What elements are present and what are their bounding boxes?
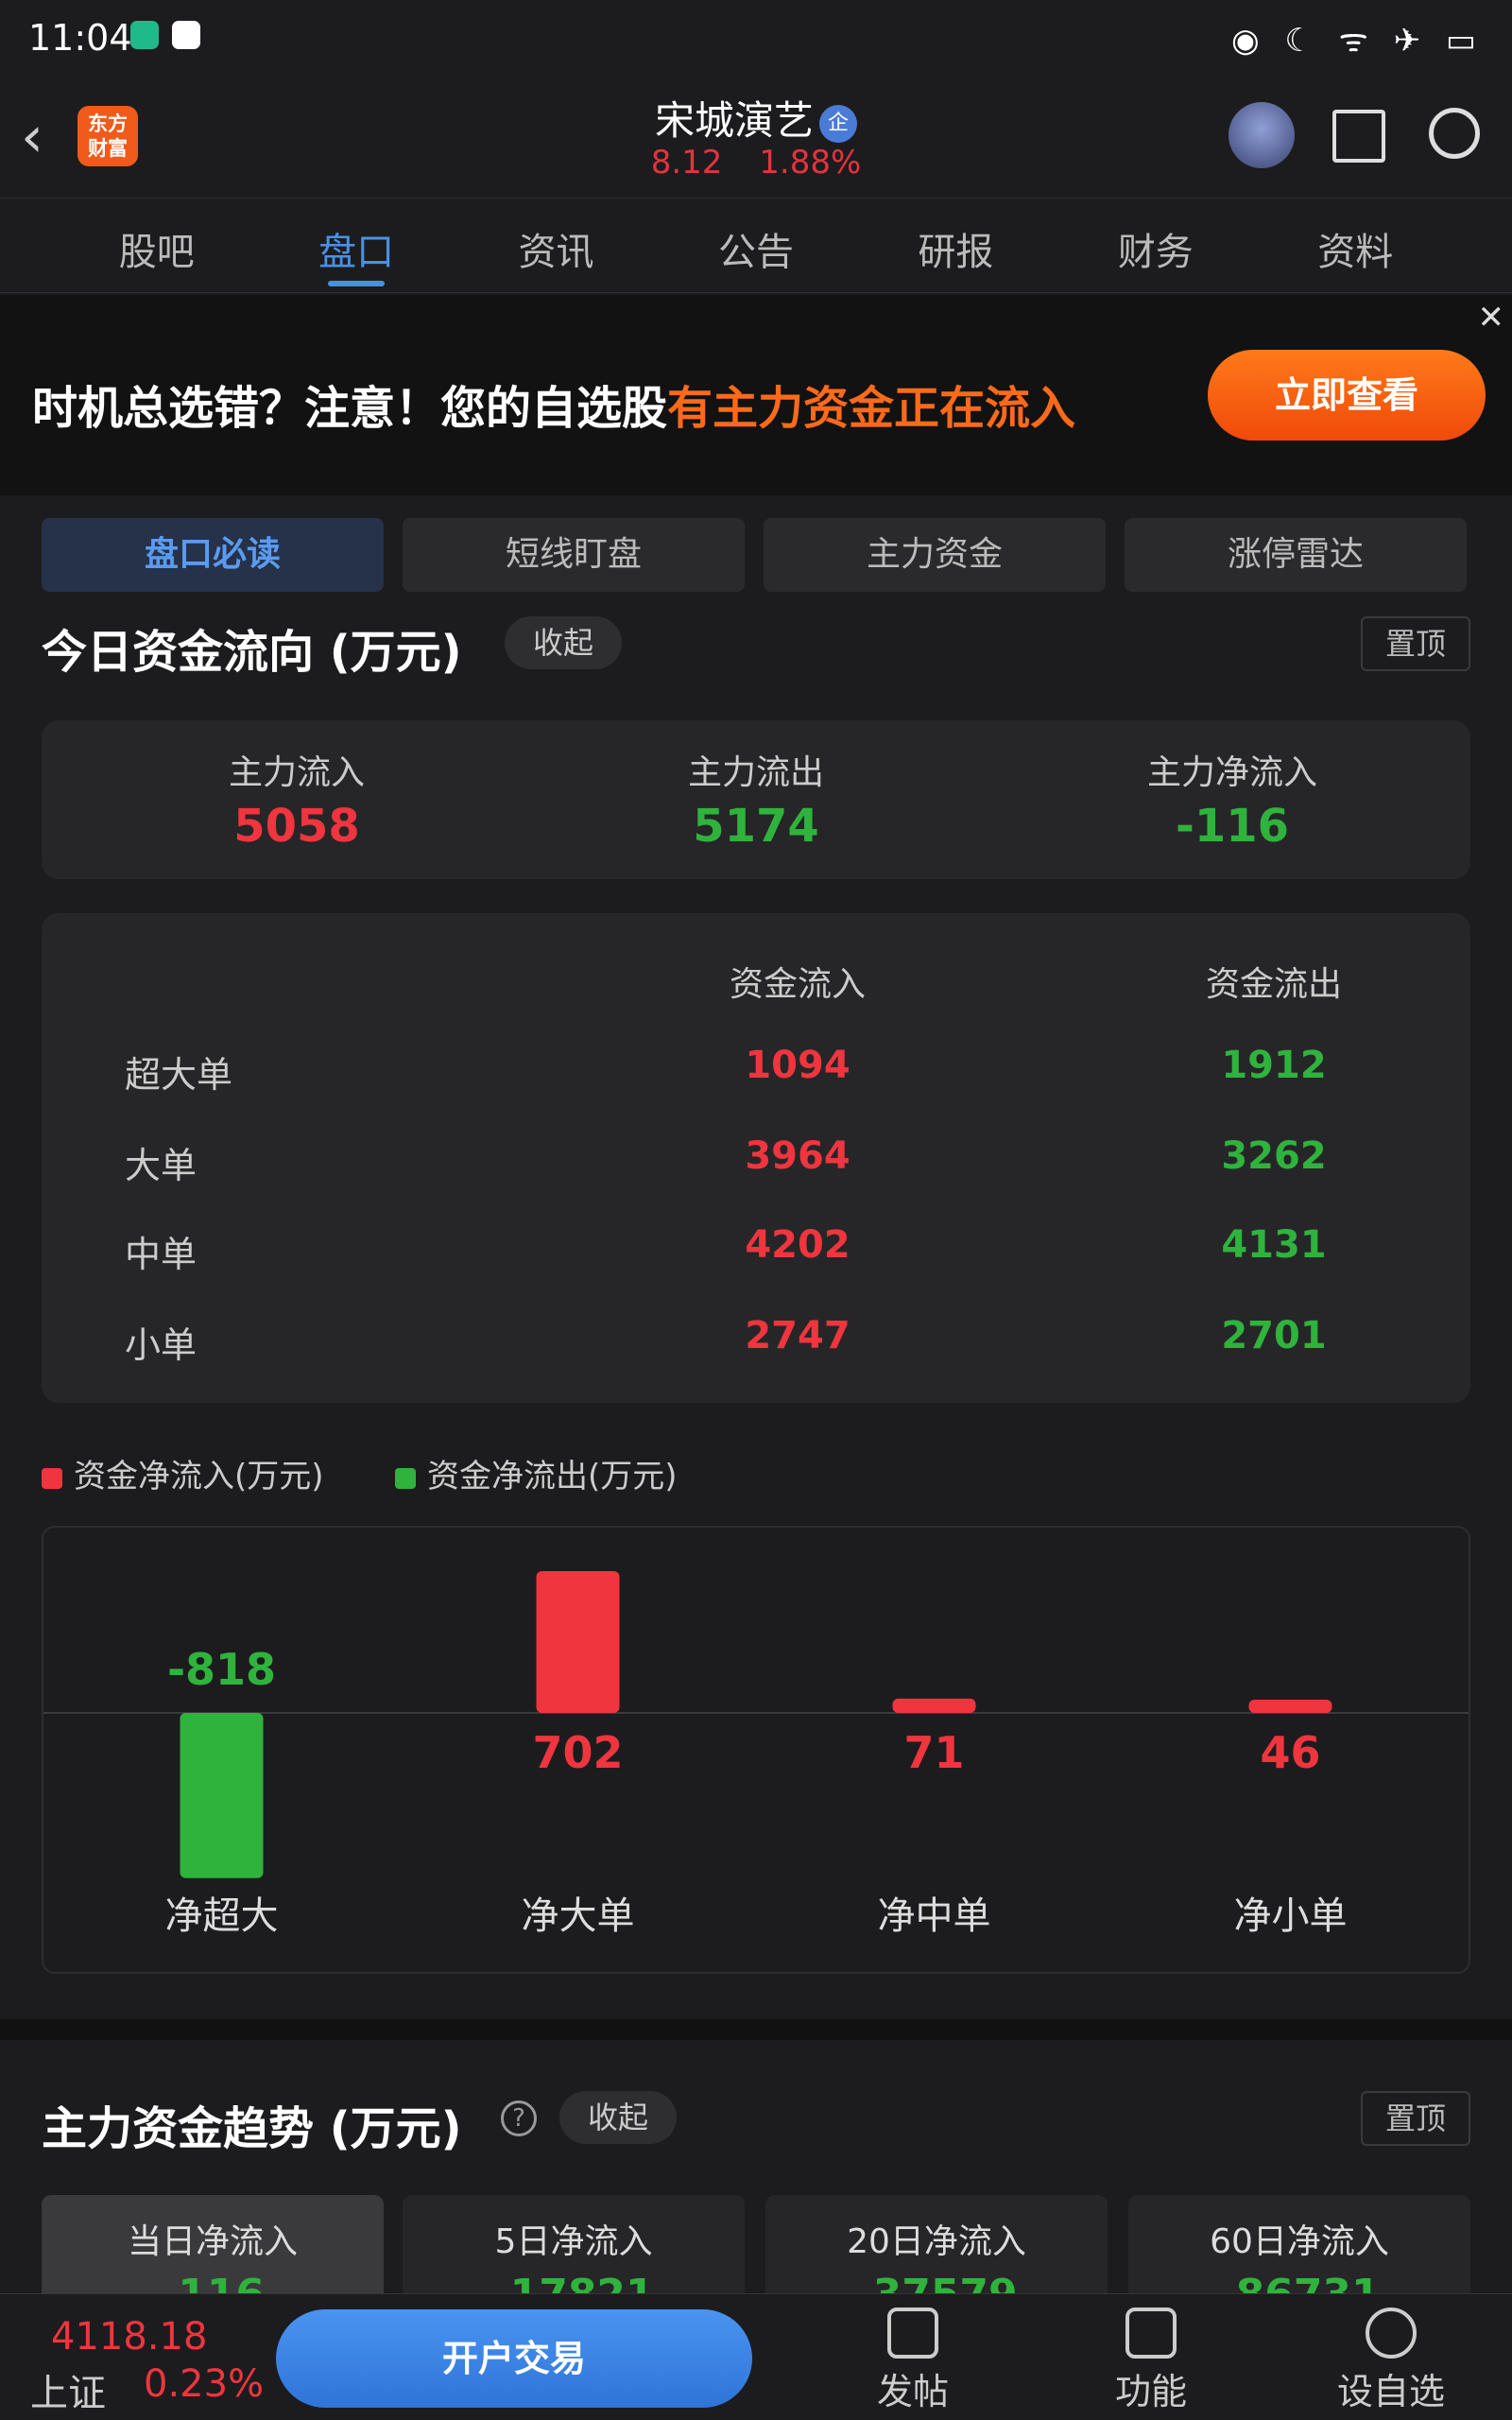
net-flow-bar-chart: -818 净超大 702 净大单 71 净中单 46 净小单 [43, 1571, 1469, 1938]
stock-price: 8.12 [650, 144, 723, 182]
main-inflow: 主力流入 5058 [228, 753, 365, 853]
chart-bar [1248, 1700, 1332, 1713]
table-row-label: 超大单 [125, 1054, 233, 1096]
index-change-pct[interactable]: 0.23% [144, 2362, 264, 2406]
main-outflow: 主力流出 5174 [687, 753, 824, 853]
table-cell-in: 1094 [745, 1044, 850, 1087]
subtab-limit-radar[interactable]: 涨停雷达 [1125, 518, 1467, 592]
net-flow-chart: -818 净超大 702 净大单 71 净中单 46 净小单 [42, 1526, 1470, 1974]
legend-net-inflow: 资金净流入(万元) [42, 1450, 324, 1496]
fund-flow-title: 今日资金流向 (万元) [42, 626, 462, 679]
tab-announcements[interactable]: 公告 [718, 199, 794, 292]
chart-bar [892, 1698, 976, 1713]
order-table-card: 资金流入 资金流出 超大单 1094 1912 大单 3964 3262 中单 … [42, 913, 1470, 1403]
trend-tab-today[interactable]: 当日净流入 -116 [42, 2195, 384, 2308]
index-value[interactable]: 4118.18 [51, 2315, 207, 2359]
status-icons: ◉ ☾ ᯤ ✈ ▭ [1230, 22, 1484, 60]
tab-finance[interactable]: 财务 [1118, 199, 1194, 292]
chart-category-label: 净小单 [1234, 1894, 1348, 1938]
stock-header: ‹ 东方 财富 宋城演艺企 8.12 1.88% [0, 76, 1512, 199]
table-row-label: 中单 [125, 1234, 198, 1275]
status-time: 11:04 [28, 17, 132, 59]
table-row-label: 小单 [125, 1324, 198, 1366]
enterprise-badge-icon: 企 [819, 104, 857, 143]
banner-text: 时机总选错？注意！您的自选股有主力资金正在流入 [32, 382, 1076, 435]
red-swatch-icon [42, 1467, 62, 1489]
trend-tab-5d[interactable]: 5日净流入 -17821 [403, 2195, 745, 2308]
trend-tab-20d[interactable]: 20日净流入 -37579 [765, 2195, 1108, 2308]
collapse-button[interactable]: 收起 [505, 616, 623, 669]
chart-bar [536, 1571, 620, 1713]
table-cell-out: 1912 [1221, 1044, 1327, 1087]
tab-profile[interactable]: 资料 [1317, 199, 1393, 292]
chart-value-label: 46 [1260, 1727, 1320, 1778]
more-icon [1366, 2308, 1417, 2359]
chart-value-label: -818 [167, 1644, 276, 1695]
table-header-inflow: 资金流入 [729, 965, 866, 1004]
index-name[interactable]: 上证 [30, 2362, 106, 2417]
trend-collapse-button[interactable]: 收起 [559, 2091, 678, 2144]
status-bar: 11:04 ◉ ☾ ᯤ ✈ ▭ [0, 0, 1512, 76]
tab-research[interactable]: 研报 [918, 199, 993, 292]
table-cell-out: 3262 [1221, 1134, 1327, 1178]
table-row-label: 大单 [125, 1145, 198, 1186]
shield-check-icon [130, 21, 159, 49]
legend-net-outflow: 资金净流出(万元) [395, 1450, 678, 1496]
add-watchlist-button[interactable]: 设自选 [1325, 2308, 1457, 2414]
chart-category-label: 净中单 [878, 1894, 991, 1938]
table-header-outflow: 资金流出 [1205, 965, 1342, 1004]
share-icon[interactable] [1332, 110, 1385, 163]
search-icon[interactable] [1429, 108, 1480, 159]
green-swatch-icon [395, 1467, 416, 1489]
pin-top-button[interactable]: 置顶 [1361, 616, 1470, 671]
table-cell-in: 3964 [745, 1134, 850, 1178]
trend-tab-60d[interactable]: 60日净流入 -86731 [1128, 2195, 1470, 2308]
help-icon[interactable]: ? [501, 2100, 537, 2136]
trend-pin-top-button[interactable]: 置顶 [1361, 2091, 1470, 2146]
view-now-button[interactable]: 立即查看 [1208, 350, 1486, 441]
grid-icon [1125, 2308, 1177, 2359]
edit-icon [887, 2308, 938, 2359]
tab-news[interactable]: 资讯 [519, 199, 594, 292]
chart-category-label: 净超大 [165, 1894, 279, 1938]
chart-category-label: 净大单 [522, 1894, 635, 1938]
chart-bar [180, 1713, 264, 1878]
security-icon [172, 21, 200, 49]
stock-change-pct: 1.88% [759, 144, 862, 182]
subtab-short-watch[interactable]: 短线盯盘 [403, 518, 745, 592]
subtab-must-read[interactable]: 盘口必读 [42, 518, 384, 592]
section-divider [0, 2019, 1512, 2040]
subtab-main-funds[interactable]: 主力资金 [764, 518, 1106, 592]
open-account-trade-button[interactable]: 开户交易 [276, 2309, 752, 2408]
post-button[interactable]: 发帖 [847, 2308, 979, 2414]
functions-button[interactable]: 功能 [1085, 2308, 1217, 2414]
tab-pankou[interactable]: 盘口 [318, 199, 394, 292]
table-cell-out: 4131 [1221, 1223, 1327, 1267]
bottom-bar: 4118.18 上证 0.23% 开户交易 发帖 功能 设自选 [0, 2293, 1512, 2420]
table-cell-in: 2747 [745, 1314, 850, 1357]
main-net-inflow: 主力净流入 -116 [1146, 753, 1317, 853]
tab-guba[interactable]: 股吧 [119, 199, 195, 292]
close-icon[interactable]: ✕ [1478, 299, 1505, 337]
chart-value-label: 71 [903, 1727, 964, 1778]
chart-value-label: 702 [532, 1727, 623, 1778]
fund-summary-card: 主力流入 5058 主力流出 5174 主力净流入 -116 [42, 720, 1470, 879]
ai-assistant-icon[interactable] [1228, 102, 1295, 168]
table-cell-in: 4202 [745, 1223, 850, 1267]
main-tabs: 股吧 盘口 资讯 公告 研报 财务 资料 [0, 199, 1512, 293]
trend-title: 主力资金趋势 (万元) [42, 2102, 462, 2155]
table-cell-out: 2701 [1221, 1314, 1327, 1357]
